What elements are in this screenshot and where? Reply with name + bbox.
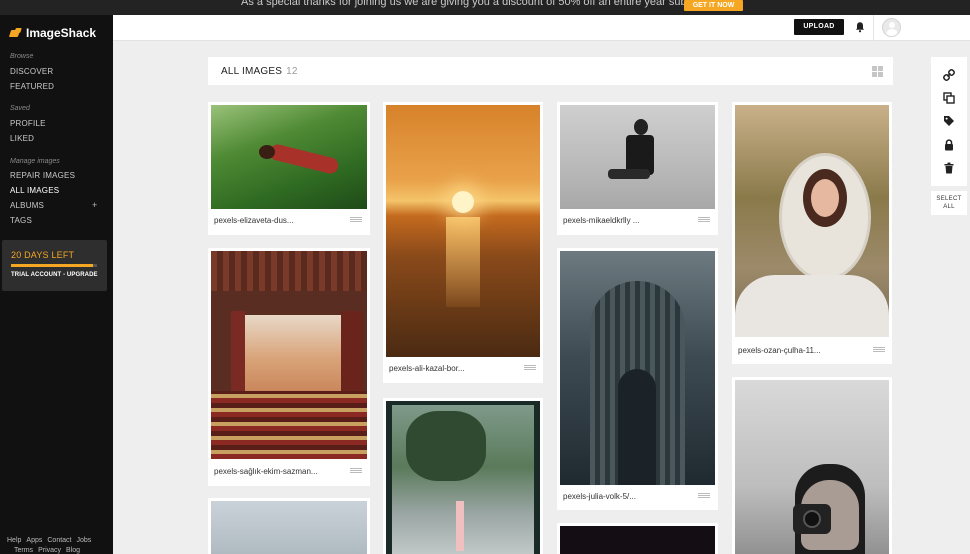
footer-link-jobs[interactable]: Jobs [77,537,92,544]
sidebar-item-featured[interactable]: FEATURED [10,82,54,91]
promo-text: As a special thanks for joining us we ar… [241,0,731,8]
image-caption: pexels-sağlık-ekim-sazman... [214,467,318,476]
copy-icon[interactable] [943,92,955,104]
image-card[interactable]: pexels-ozan-çulha-11... [732,102,892,364]
promo-banner: As a special thanks for joining us we ar… [0,0,970,15]
image-card[interactable] [732,377,892,554]
drag-handle-icon[interactable] [350,468,362,473]
page-title-label: ALL IMAGES [221,66,283,77]
gallery-titlebar: ALL IMAGES 12 [208,57,893,85]
get-it-now-button[interactable]: GET IT NOW [684,0,743,11]
image-thumbnail[interactable] [211,251,367,459]
sidebar-item-all-images[interactable]: ALL IMAGES [10,186,59,195]
image-thumbnail[interactable] [560,251,715,485]
image-count: 12 [286,66,298,77]
brand-name: ImageShack [26,26,97,40]
image-card[interactable] [557,523,718,554]
image-thumbnail[interactable] [560,526,715,554]
drag-handle-icon[interactable] [350,217,362,222]
image-caption: pexels-julia-volk-5/... [563,492,636,501]
lock-icon[interactable] [943,139,955,151]
trial-progress-bar [11,264,97,267]
link-icon[interactable] [943,69,955,81]
sidebar-item-liked[interactable]: LIKED [10,134,34,143]
image-thumbnail[interactable] [211,105,367,209]
image-thumbnail[interactable] [735,380,889,554]
browse-heading: Browse [10,53,34,60]
footer-link-privacy[interactable]: Privacy [38,547,61,554]
top-header: UPLOAD [113,15,970,41]
image-caption: pexels-ozan-çulha-11... [738,346,821,355]
trial-panel[interactable]: 20 DAYS LEFT TRIAL ACCOUNT - UPGRADE [2,240,107,291]
image-thumbnail[interactable] [386,401,540,554]
bell-icon[interactable] [854,21,866,33]
user-avatar-icon[interactable] [882,18,901,37]
image-caption: pexels-elizaveta-dus... [214,216,294,225]
image-card[interactable]: pexels-elizaveta-dus... [208,102,370,235]
footer-link-terms[interactable]: Terms [14,547,33,554]
add-album-button[interactable]: + [92,200,97,210]
page-title: ALL IMAGES 12 [221,66,298,77]
action-toolbar [931,57,967,186]
grid-view-icon[interactable] [872,66,883,77]
image-card[interactable]: pexels-ali-kazal-bor... [383,102,543,383]
drag-handle-icon[interactable] [524,365,536,370]
drag-handle-icon[interactable] [873,347,885,352]
manage-images-heading: Manage images [10,158,60,165]
sidebar: ImageShack Browse DISCOVER FEATURED Save… [0,15,113,554]
sidebar-item-discover[interactable]: DISCOVER [10,67,53,76]
footer-link-blog[interactable]: Blog [66,547,80,554]
sidebar-item-profile[interactable]: PROFILE [10,119,46,128]
footer-links: Help Apps Contact Jobs Terms Privacy Blog [7,536,96,554]
sidebar-item-repair-images[interactable]: REPAIR IMAGES [10,171,75,180]
image-thumbnail[interactable] [386,105,540,357]
logo[interactable]: ImageShack [10,25,96,41]
imageshack-logo-icon [10,28,22,38]
image-card[interactable]: pexels-sağlık-ekim-sazman... [208,248,370,486]
image-thumbnail[interactable] [735,105,889,337]
drag-handle-icon[interactable] [698,217,710,222]
image-card[interactable] [383,398,543,554]
trash-icon[interactable] [943,162,955,174]
image-thumbnail[interactable] [211,501,367,554]
footer-link-apps[interactable]: Apps [26,537,42,544]
sidebar-item-albums[interactable]: ALBUMS [10,201,44,210]
upgrade-link[interactable]: TRIAL ACCOUNT - UPGRADE [11,272,98,278]
trial-progress-fill [11,264,93,267]
image-thumbnail[interactable] [560,105,715,209]
saved-heading: Saved [10,105,30,112]
drag-handle-icon[interactable] [698,493,710,498]
tag-icon[interactable] [943,115,955,127]
trial-days-left: 20 DAYS LEFT [11,250,75,260]
footer-link-contact[interactable]: Contact [47,537,71,544]
upload-button[interactable]: UPLOAD [794,19,844,35]
image-card[interactable]: pexels-julia-volk-5/... [557,248,718,510]
sidebar-item-tags[interactable]: TAGS [10,216,32,225]
image-card[interactable] [208,498,370,554]
select-all-button[interactable]: SELECT ALL [931,191,967,215]
image-caption: pexels-mikaeldkrlly ... [563,216,640,225]
header-divider [873,15,874,41]
image-caption: pexels-ali-kazal-bor... [389,364,465,373]
footer-link-help[interactable]: Help [7,537,21,544]
image-card[interactable]: pexels-mikaeldkrlly ... [557,102,718,235]
